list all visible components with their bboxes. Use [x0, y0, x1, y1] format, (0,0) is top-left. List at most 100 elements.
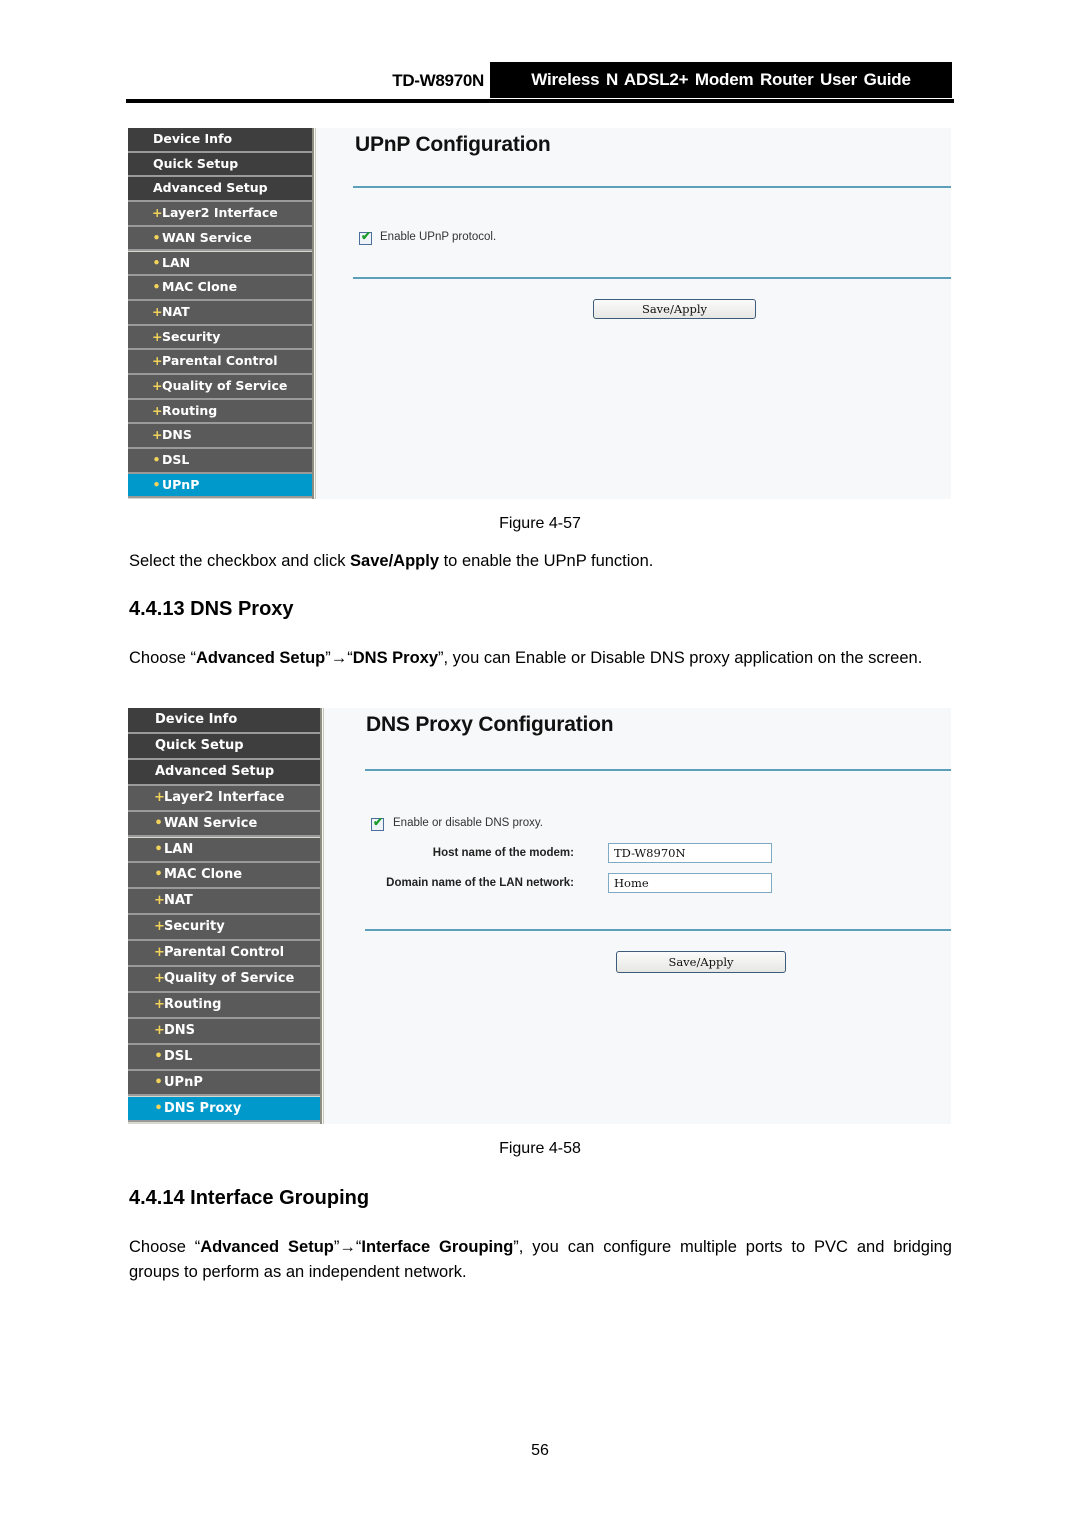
sidebar-item-quality-of-service[interactable]: +Quality of Service: [128, 375, 312, 400]
plus-bullet-icon: +: [152, 205, 163, 221]
sidebar-item-nat[interactable]: +NAT: [128, 889, 320, 916]
host-name-label: Host name of the modem:: [432, 847, 574, 859]
sidebar-nav: Device Info Quick Setup Advanced Setup +Lay…: [128, 128, 314, 499]
model-name: TD-W8970N: [392, 71, 484, 90]
upnp-screenshot: Device Info Quick Setup Advanced Setup +Lay…: [128, 128, 951, 499]
sidebar-item-label: LAN: [164, 841, 194, 857]
sidebar-item-label: NAT: [162, 303, 190, 319]
sidebar-item-label: DSL: [164, 1048, 193, 1064]
sidebar-item-wan-service[interactable]: •WAN Service: [128, 811, 320, 838]
enable-dns-proxy-label: Enable or disable DNS proxy.: [393, 817, 543, 829]
sidebar-item-security[interactable]: +Security: [128, 915, 320, 942]
dot-bullet-icon: •: [152, 452, 161, 468]
sidebar-item-label: Routing: [162, 402, 218, 418]
dot-bullet-icon: •: [154, 1074, 163, 1090]
sidebar-item-routing[interactable]: +Routing: [128, 992, 320, 1019]
sidebar-nav: Device Info Quick Setup Advanced Setup +Lay…: [128, 708, 322, 1124]
header-rule: [126, 99, 954, 103]
plus-bullet-icon: +: [154, 1022, 165, 1038]
sidebar-item-label: Layer2 Interface: [164, 789, 285, 805]
plus-bullet-icon: +: [154, 893, 165, 909]
sidebar-item-nat[interactable]: +NAT: [128, 300, 312, 326]
sidebar-divider: [312, 128, 314, 499]
sidebar-item-label: LAN: [162, 254, 191, 270]
sidebar-item-routing[interactable]: +Routing: [128, 399, 312, 425]
dot-bullet-icon: •: [152, 476, 161, 492]
figure-caption: Figure 4-58: [499, 1140, 581, 1157]
sidebar-item-quick-setup[interactable]: Quick Setup: [128, 733, 320, 760]
page-header: TD-W8970N Wireless N ADSL2+ Modem Router…: [126, 62, 954, 103]
checkmark-icon: ✔: [361, 229, 372, 243]
sidebar-item-lan[interactable]: •LAN: [128, 837, 320, 864]
sidebar-item-parental-control[interactable]: +Parental Control: [128, 941, 320, 967]
sidebar-item-label: DSL: [162, 452, 190, 468]
sidebar-item-device-info[interactable]: Device Info: [128, 708, 320, 734]
instruction-text: Select the checkbox and click Save/Apply…: [129, 552, 654, 570]
sidebar-item-label: DNS: [162, 427, 192, 443]
enable-upnp-checkbox[interactable]: ✔: [359, 229, 372, 245]
sidebar-item-device-info[interactable]: Device Info: [128, 128, 312, 153]
dot-bullet-icon: •: [152, 254, 161, 270]
config-title: UPnP Configuration: [355, 133, 551, 156]
sidebar-item-label: Quick Setup: [155, 737, 244, 753]
sidebar-item-security[interactable]: +Security: [128, 325, 312, 351]
sidebar-divider: [320, 708, 322, 1124]
sidebar-item-dsl[interactable]: •DSL: [128, 1044, 320, 1071]
sidebar-item-quick-setup[interactable]: Quick Setup: [128, 152, 312, 178]
plus-bullet-icon: +: [152, 427, 163, 443]
sidebar-item-label: Advanced Setup: [155, 763, 275, 779]
sidebar-item-mac-clone[interactable]: •MAC Clone: [128, 276, 312, 301]
sidebar-item-quality-of-service[interactable]: +Quality of Service: [128, 967, 320, 993]
sidebar-item-dns-proxy[interactable]: •DNS Proxy: [128, 1096, 320, 1123]
dot-bullet-icon: •: [154, 867, 163, 883]
sidebar-item-advanced-setup[interactable]: Advanced Setup: [128, 177, 312, 203]
sidebar-item-label: NAT: [164, 893, 193, 909]
figure-caption: Figure 4-57: [499, 515, 581, 532]
dot-bullet-icon: •: [154, 841, 163, 857]
sidebar-divider-light: [315, 128, 316, 499]
dot-bullet-icon: •: [152, 279, 161, 295]
plus-bullet-icon: +: [154, 919, 165, 935]
plus-bullet-icon: +: [152, 378, 163, 393]
plus-bullet-icon: +: [154, 971, 165, 986]
host-name-input[interactable]: [608, 843, 772, 863]
enable-dns-proxy-checkbox[interactable]: ✔: [371, 815, 384, 831]
dns-proxy-description: Choose “Advanced Setup”→“DNS Proxy”, you…: [129, 649, 923, 667]
save-apply-button[interactable]: Save/Apply: [616, 951, 786, 973]
sidebar-item-label: Quality of Service: [162, 378, 288, 393]
sidebar-item-label: Device Info: [153, 131, 233, 146]
save-apply-button[interactable]: Save/Apply: [593, 299, 756, 319]
sidebar-item-wan-service[interactable]: •WAN Service: [128, 226, 312, 252]
sidebar-item-mac-clone[interactable]: •MAC Clone: [128, 863, 320, 890]
config-title: DNS Proxy Configuration: [366, 713, 614, 736]
sidebar-item-label: Security: [164, 919, 225, 935]
plus-bullet-icon: +: [152, 328, 163, 344]
section-heading-dns-proxy: 4.4.13 DNS Proxy: [129, 598, 294, 620]
sidebar-item-upnp[interactable]: •UPnP: [128, 473, 312, 499]
sidebar-item-advanced-setup[interactable]: Advanced Setup: [128, 759, 320, 786]
sidebar-item-label: WAN Service: [164, 815, 258, 831]
sidebar-item-dns[interactable]: +DNS: [128, 1018, 320, 1045]
enable-upnp-label: Enable UPnP protocol.: [380, 231, 497, 243]
sidebar-item-label: Parental Control: [162, 353, 278, 369]
plus-bullet-icon: +: [152, 303, 163, 319]
sidebar-item-upnp[interactable]: •UPnP: [128, 1070, 320, 1097]
checkmark-icon: ✔: [373, 815, 384, 829]
dot-bullet-icon: •: [154, 815, 163, 831]
sidebar-item-label: Routing: [164, 996, 222, 1012]
sidebar-item-dsl[interactable]: •DSL: [128, 449, 312, 474]
sidebar-item-label: Parental Control: [164, 945, 285, 961]
sidebar-item-layer2-interface[interactable]: +Layer2 Interface: [128, 785, 320, 812]
sidebar-item-label: Quick Setup: [153, 155, 239, 171]
sidebar-item-dns[interactable]: +DNS: [128, 424, 312, 450]
sidebar-item-parental-control[interactable]: +Parental Control: [128, 350, 312, 375]
domain-name-input[interactable]: [608, 873, 772, 893]
sidebar-item-layer2-interface[interactable]: +Layer2 Interface: [128, 202, 312, 227]
sidebar-item-lan[interactable]: •LAN: [128, 251, 312, 277]
sidebar-item-label: WAN Service: [162, 229, 252, 245]
domain-name-label: Domain name of the LAN network:: [386, 877, 574, 889]
config-rule-bottom: [365, 929, 951, 931]
dot-bullet-icon: •: [154, 1100, 163, 1116]
sidebar-item-label: DNS: [164, 1022, 196, 1038]
section-heading-interface-grouping: 4.4.14 Interface Grouping: [129, 1187, 370, 1209]
